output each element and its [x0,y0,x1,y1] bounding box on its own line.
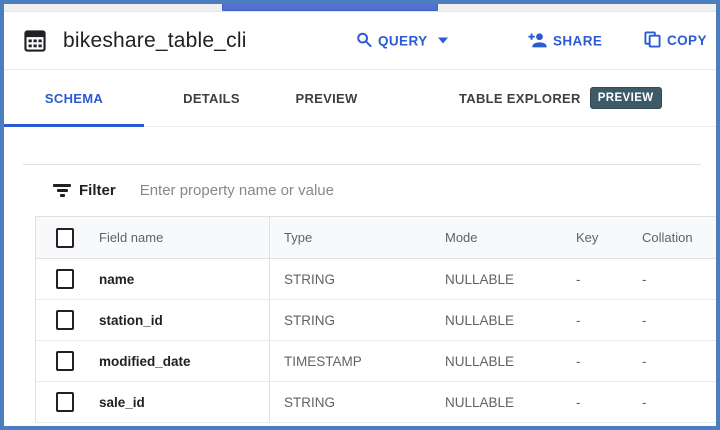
column-header-mode: Mode [431,217,562,258]
schema-table: Field name Type Mode Key Collation name … [35,216,716,423]
column-header-field-name: Field name [86,217,269,258]
active-tab-indicator [4,124,144,127]
tab-details-label: DETAILS [183,91,240,106]
tab-details[interactable]: DETAILS [144,70,279,126]
table-row: station_id STRING NULLABLE - - [36,300,716,341]
person-add-icon [528,31,547,50]
field-name-cell: modified_date [86,341,269,381]
key-cell: - [562,259,628,299]
copy-icon [644,31,661,51]
filter-icon [53,184,71,197]
type-cell: STRING [269,382,431,422]
title-bar: bikeshare_table_cli QUERY SHARE [4,12,716,70]
query-button[interactable]: QUERY [356,31,448,50]
column-header-type: Type [269,217,431,258]
copy-button[interactable]: COPY [644,31,707,51]
type-cell: STRING [269,300,431,340]
table-row: sale_id STRING NULLABLE - - [36,382,716,423]
table-header-row: Field name Type Mode Key Collation [36,217,716,259]
column-header-collation: Collation [628,217,716,258]
bigquery-table-panel: bikeshare_table_cli QUERY SHARE [0,0,720,430]
mode-cell: NULLABLE [431,300,562,340]
search-icon [356,31,372,50]
collation-cell: - [628,300,716,340]
tab-schema-label: SCHEMA [45,91,103,106]
spacer [4,127,716,164]
field-name-cell: sale_id [86,382,269,422]
chevron-down-icon [438,38,448,44]
key-cell: - [562,300,628,340]
tab-preview-label: PREVIEW [295,91,357,106]
filter-bar: Filter [23,164,701,216]
field-name-cell: name [86,259,269,299]
column-header-key: Key [562,217,628,258]
table-row: name STRING NULLABLE - - [36,259,716,300]
filter-input[interactable] [138,181,701,200]
share-button[interactable]: SHARE [528,31,602,50]
table-grid-icon [22,28,48,54]
tab-bar: SCHEMA DETAILS PREVIEW TABLE EXPLORER PR… [4,70,716,127]
row-checkbox[interactable] [56,269,74,289]
key-cell: - [562,341,628,381]
copy-button-label: COPY [667,33,707,48]
row-checkbox[interactable] [56,392,74,412]
table-row: modified_date TIMESTAMP NULLABLE - - [36,341,716,382]
share-button-label: SHARE [553,33,602,48]
collation-cell: - [628,259,716,299]
type-cell: STRING [269,259,431,299]
page-title: bikeshare_table_cli [63,29,247,53]
select-all-checkbox[interactable] [56,228,74,248]
type-cell: TIMESTAMP [269,341,431,381]
query-button-label: QUERY [378,33,428,48]
tab-table-explorer-label: TABLE EXPLORER [459,91,581,106]
row-checkbox[interactable] [56,351,74,371]
key-cell: - [562,382,628,422]
tab-schema[interactable]: SCHEMA [4,70,144,126]
tab-preview[interactable]: PREVIEW [279,70,374,126]
mode-cell: NULLABLE [431,259,562,299]
mode-cell: NULLABLE [431,382,562,422]
collation-cell: - [628,382,716,422]
top-scroll-indicator [222,2,438,11]
filter-label: Filter [79,182,116,199]
mode-cell: NULLABLE [431,341,562,381]
row-checkbox[interactable] [56,310,74,330]
field-name-cell: station_id [86,300,269,340]
collation-cell: - [628,341,716,381]
tab-table-explorer[interactable]: TABLE EXPLORER PREVIEW [459,70,662,126]
preview-badge: PREVIEW [590,87,662,109]
